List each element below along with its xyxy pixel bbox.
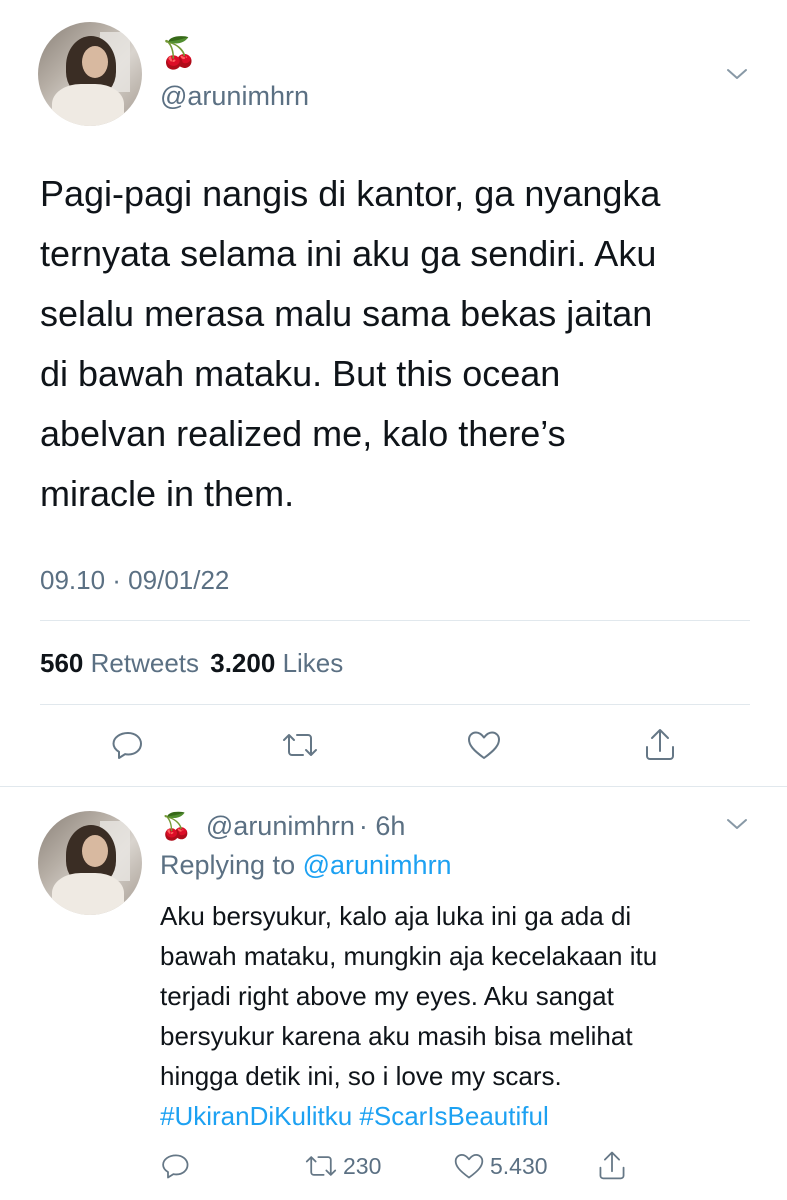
chevron-down-icon[interactable] [722, 814, 752, 834]
tweet-text-line: di bawah mataku. But this ocean [40, 353, 561, 394]
reply-text-line: bersyukur karena aku masih bisa melihat [160, 1021, 633, 1051]
heart-icon [452, 1150, 486, 1182]
retweets-label[interactable]: Retweets [91, 648, 199, 678]
reply-text-line: hingga detik ini, so i love my scars. [160, 1061, 562, 1091]
tweet-text-line: abelvan realized me, kalo there’s [40, 413, 566, 454]
divider [40, 620, 750, 621]
likes-count[interactable]: 3.200 [210, 648, 275, 678]
username-handle[interactable]: @arunimhrn [206, 811, 355, 841]
reply-text: Aku bersyukur, kalo aja luka ini ga ada … [160, 896, 657, 1136]
replying-to-link[interactable]: @arunimhrn [303, 850, 452, 880]
hashtag-links[interactable]: #UkiranDiKulitku #ScarIsBeautiful [160, 1096, 657, 1136]
like-button[interactable]: 5.430 [452, 1150, 548, 1182]
replying-to: Replying to @arunimhrn [160, 848, 452, 882]
avatar[interactable] [38, 22, 142, 126]
tweet-text-line: Pagi-pagi nangis di kantor, ga nyangka [40, 173, 661, 214]
likes-label[interactable]: Likes [283, 648, 344, 678]
reply-icon[interactable] [160, 1150, 192, 1182]
reply-time[interactable]: · 6h [359, 811, 406, 841]
divider [0, 786, 787, 787]
divider [40, 704, 750, 705]
reply-icon[interactable] [110, 727, 146, 763]
share-icon[interactable] [642, 725, 678, 763]
avatar[interactable] [38, 811, 142, 915]
tweet-text: Pagi-pagi nangis di kantor, ga nyangka t… [40, 164, 660, 524]
engagement-stats: 560 Retweets 3.200 Likes [40, 647, 343, 679]
tweet-text-line: selalu merasa malu sama bekas jaitan [40, 293, 653, 334]
username-handle[interactable]: @arunimhrn [160, 80, 309, 112]
retweet-button[interactable]: 230 [303, 1150, 381, 1182]
reply-text-line: bawah mataku, mungkin aja kecelakaan itu [160, 941, 658, 971]
retweet-icon [303, 1150, 339, 1182]
chevron-down-icon[interactable] [722, 64, 752, 84]
tweet-timestamp[interactable]: 09.10 · 09/01/22 [40, 564, 229, 596]
retweet-icon[interactable] [280, 727, 320, 763]
share-icon[interactable] [596, 1148, 628, 1182]
like-count: 5.430 [490, 1152, 548, 1179]
reply-text-line: Aku bersyukur, kalo aja luka ini ga ada … [160, 901, 632, 931]
tweet-text-line: miracle in them. [40, 473, 295, 514]
user-emoji: 🍒 [160, 812, 193, 842]
retweets-count[interactable]: 560 [40, 648, 83, 678]
reply-header: 🍒 @arunimhrn · 6h [160, 808, 405, 845]
user-emoji: 🍒 [160, 36, 198, 71]
heart-icon[interactable] [465, 727, 503, 763]
retweet-count: 230 [343, 1152, 382, 1179]
replying-to-label: Replying to [160, 850, 296, 880]
tweet-text-line: ternyata selama ini aku ga sendiri. Aku [40, 233, 657, 274]
reply-text-line: terjadi right above my eyes. Aku sangat [160, 981, 614, 1011]
